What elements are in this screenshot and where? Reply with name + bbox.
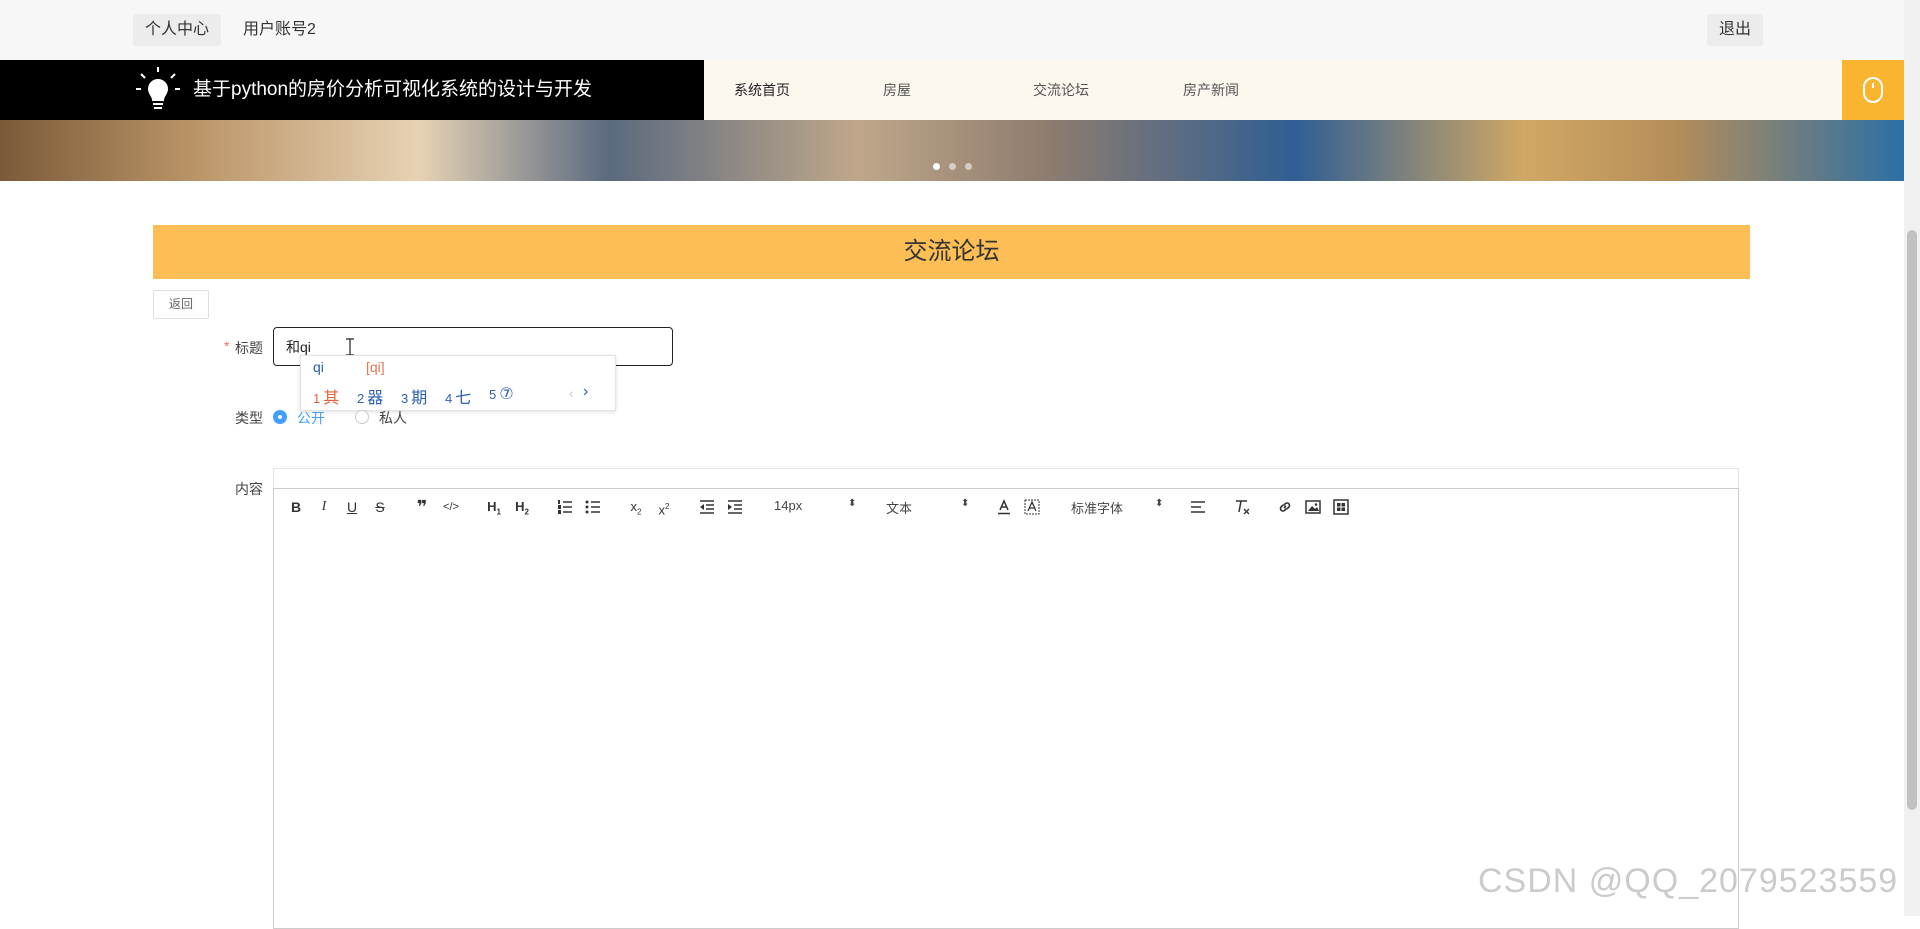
bullet-list-icon[interactable] — [585, 499, 601, 515]
scrollbar-thumb[interactable] — [1907, 230, 1917, 810]
nav-forum[interactable]: 交流论坛 — [1033, 60, 1089, 120]
ime-pinyin: [qi] — [366, 359, 385, 375]
banner-carousel — [0, 120, 1904, 181]
font-family-arrow-icon: ⬍ — [1155, 498, 1164, 509]
ime-candidate-2[interactable]: 2器 — [357, 384, 383, 408]
header-arrow-icon: ⬍ — [961, 498, 970, 509]
type-label: 类型 — [235, 410, 263, 426]
subscript-icon[interactable]: x2 — [625, 496, 647, 518]
ime-candidate-4[interactable]: 4七 — [445, 384, 471, 408]
font-color-icon[interactable] — [996, 499, 1012, 515]
ime-prev-page[interactable]: ‹ — [569, 385, 574, 401]
code-block-icon[interactable]: </> — [440, 496, 462, 518]
heading-2-icon[interactable]: H2 — [511, 496, 533, 518]
mouse-icon — [1863, 77, 1883, 103]
bold-icon[interactable]: B — [285, 496, 307, 518]
required-mark: * — [224, 338, 230, 354]
align-icon[interactable] — [1190, 499, 1206, 515]
ime-candidate-1[interactable]: 1其 — [313, 384, 339, 408]
content-label: 内容 — [235, 481, 263, 497]
clear-format-icon[interactable] — [1234, 499, 1250, 515]
carousel-dot-3[interactable] — [965, 163, 972, 170]
nav-home[interactable]: 系统首页 — [734, 60, 790, 120]
back-button[interactable]: 返回 — [153, 290, 209, 319]
site-title: 基于python的房价分析可视化系统的设计与开发 — [193, 79, 593, 100]
editor-frame — [273, 468, 1739, 489]
header-select[interactable]: 文本 — [886, 498, 912, 517]
main-nav — [704, 60, 1842, 120]
title-input-value: 和qi — [286, 339, 311, 355]
font-size-select[interactable]: 14px — [774, 498, 802, 513]
heading-1-icon[interactable]: H1 — [483, 496, 505, 518]
ime-composition: qi — [313, 359, 324, 375]
carousel-dot-2[interactable] — [949, 163, 956, 170]
ime-candidate-3[interactable]: 3期 — [401, 384, 427, 408]
personal-center-link[interactable]: 个人中心 — [133, 14, 222, 46]
outdent-icon[interactable] — [699, 499, 715, 515]
font-family-select[interactable]: 标准字体 — [1071, 498, 1123, 517]
ime-candidate-5[interactable]: 5⑦ — [489, 384, 514, 404]
nav-houses[interactable]: 房屋 — [883, 60, 911, 120]
video-icon[interactable] — [1333, 499, 1349, 515]
title-label: 标题 — [235, 340, 263, 356]
type-private-radio[interactable] — [355, 410, 369, 424]
strikethrough-icon[interactable]: S — [369, 496, 391, 518]
ime-next-page[interactable]: › — [583, 383, 588, 401]
account-link[interactable]: 用户账号2 — [231, 14, 328, 46]
image-icon[interactable] — [1305, 499, 1321, 515]
lightbulb-logo-icon — [136, 67, 180, 109]
background-color-icon[interactable] — [1024, 499, 1040, 515]
underline-icon[interactable]: U — [341, 496, 363, 518]
page-title: 交流论坛 — [153, 225, 1750, 279]
indent-icon[interactable] — [727, 499, 743, 515]
nav-news[interactable]: 房产新闻 — [1183, 60, 1239, 120]
type-public-radio[interactable] — [273, 410, 287, 424]
type-private-label[interactable]: 私人 — [379, 408, 407, 428]
font-size-arrow-icon: ⬍ — [848, 498, 857, 509]
watermark: CSDN @QQ_2079523559 — [1478, 862, 1899, 900]
logout-button[interactable]: 退出 — [1707, 14, 1764, 46]
superscript-icon[interactable]: x2 — [653, 496, 675, 518]
carousel-dot-1[interactable] — [933, 163, 940, 170]
link-icon[interactable] — [1277, 499, 1293, 515]
blockquote-icon[interactable]: ❞ — [411, 496, 433, 518]
ordered-list-icon[interactable] — [557, 499, 573, 515]
type-public-label[interactable]: 公开 — [297, 408, 325, 428]
text-cursor-icon — [346, 338, 354, 356]
italic-icon[interactable]: I — [313, 496, 335, 518]
